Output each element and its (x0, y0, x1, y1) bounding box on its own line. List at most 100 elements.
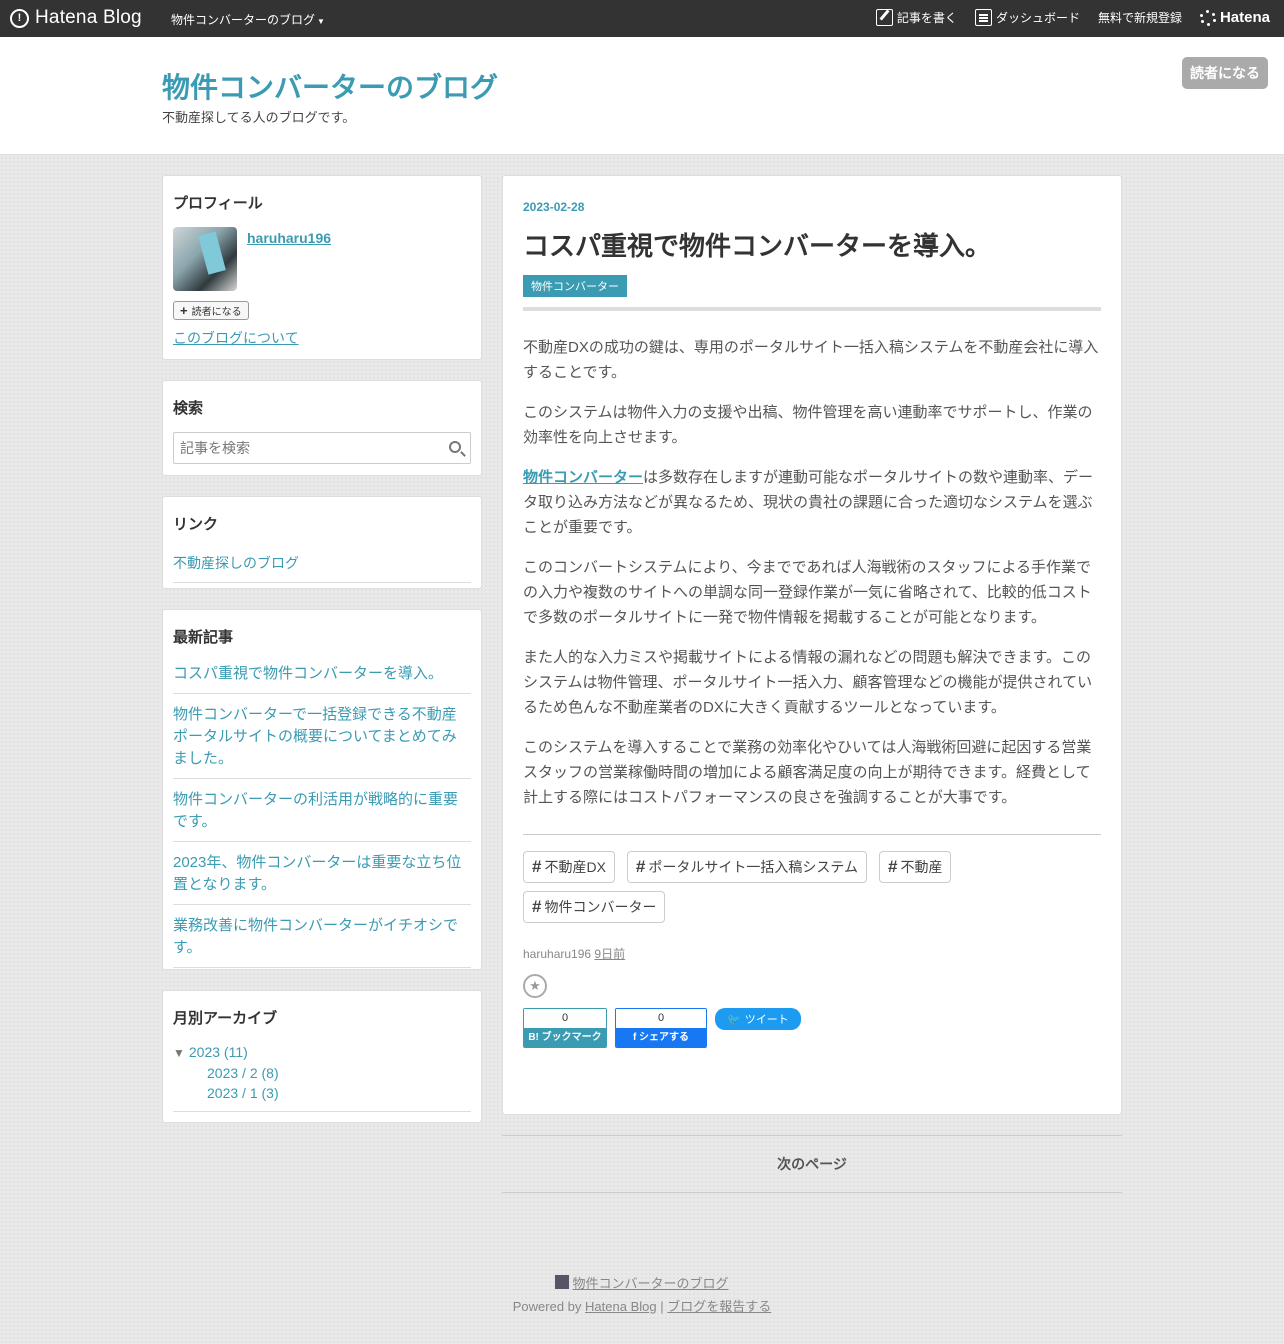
recent-posts-module: 最新記事 コスパ重視で物件コンバーターを導入。 物件コンバーターで一括登録できる… (162, 609, 482, 970)
caret-down-icon: ▼ (317, 17, 325, 26)
footer-separator: | (660, 1299, 664, 1314)
avatar[interactable] (173, 227, 237, 291)
hatena-label: Hatena (1219, 9, 1270, 26)
tag-item[interactable]: # 不動産DX (523, 851, 615, 883)
tag-list: # 不動産DX # ポータルサイト一括入稿システム # 不動産 # 物件コンバーター (523, 851, 1101, 923)
keyword-link[interactable]: 物件コンバーター (523, 469, 643, 486)
article-body: 不動産DXの成功の鍵は、専用のポータルサイト一括入稿システムを不動産会社に導入す… (523, 335, 1101, 810)
about-blog-link[interactable]: このブログについて (173, 328, 471, 348)
search-input[interactable] (174, 433, 470, 463)
category-label[interactable]: 物件コンバーター (523, 275, 627, 297)
tweet-label: ツイート (744, 1014, 789, 1026)
hatena-menu[interactable]: Hatena (1199, 9, 1270, 26)
tag-label: ポータルサイト一括入稿システム (648, 859, 858, 875)
triangle-down-icon: ▼ (173, 1046, 185, 1060)
tag-item[interactable]: # 物件コンバーター (523, 891, 666, 923)
recent-post-item[interactable]: 物件コンバーターの利活用が戦略的に重要です。 (173, 787, 471, 842)
bookmark-count: 0 (524, 1009, 606, 1028)
footer-blog-link[interactable]: 物件コンバーターのブログ (572, 1276, 728, 1291)
share-count: 0 (616, 1009, 706, 1028)
search-box (173, 432, 471, 464)
recent-post-item[interactable]: 2023年、物件コンバーターは重要な立ち位置となります。 (173, 850, 471, 905)
tag-item[interactable]: # 不動産 (878, 851, 952, 883)
article-paragraph: 物件コンバーターは多数存在しますが連動可能なポータルサイトの数や連動率、データ取… (523, 465, 1101, 540)
dashboard-icon (974, 9, 992, 26)
blog-header: 物件コンバーターのブログ 不動産探してる人のブログです。 読者になる (0, 37, 1284, 155)
blog-menu-label: 物件コンバーターのブログ (171, 13, 316, 27)
article-paragraph: このシステムは物件入力の支援や出稿、物件管理を高い連動率でサポートし、作業の効率… (523, 404, 1093, 446)
add-star-icon[interactable]: ★ (523, 974, 547, 998)
recent-posts-list: コスパ重視で物件コンバーターを導入。 物件コンバーターで一括登録できる不動産ポー… (173, 661, 471, 968)
hatena-blog-logo-text: Hatena Blog (35, 7, 142, 28)
blog-menu-dropdown[interactable]: 物件コンバーターのブログ ▼ (171, 11, 325, 28)
author-line: haruharu196 9日前 (523, 945, 1101, 962)
pen-icon (875, 9, 893, 26)
article: 2023-02-28 コスパ重視で物件コンバーターを導入。 物件コンバーター 不… (502, 175, 1122, 1115)
profile-subscribe-label: 読者になる (191, 307, 242, 318)
footer: 物件コンバーターのブログ Powered by Hatena Blog | ブロ… (0, 1273, 1284, 1315)
article-paragraph: このコンバートシステムにより、今までであれば人海戦術のスタッフによる手作業での入… (523, 559, 1092, 626)
hatena-dots-icon (1199, 9, 1216, 26)
plus-icon: + (180, 302, 188, 318)
footer-blog-line: 物件コンバーターのブログ (0, 1273, 1284, 1292)
article-title[interactable]: コスパ重視で物件コンバーターを導入。 (523, 226, 1101, 263)
global-header-right: 記事を書く ダッシュボード 無料で新規登録 Hatena (875, 9, 1270, 26)
blog-description: 不動産探してる人のブログです。 (162, 110, 356, 125)
tag-label: 不動産 (900, 859, 943, 875)
register-link[interactable]: 無料で新規登録 (1098, 9, 1182, 26)
profile-row: haruharu196 (173, 227, 471, 291)
hash-icon: # (532, 857, 542, 876)
next-page-link[interactable]: 次のページ (502, 1135, 1122, 1193)
hash-icon: # (887, 857, 898, 876)
tag-label: 物件コンバーター (544, 899, 657, 915)
link-item[interactable]: 不動産探しのブログ (173, 548, 471, 583)
profile-module: プロフィール haruharu196 + 読者になる このブログについて (162, 175, 482, 360)
recent-post-item[interactable]: 物件コンバーターで一括登録できる不動産ポータルサイトの概要についてまとめてみまし… (173, 702, 471, 779)
global-header: ! Hatena Blog 物件コンバーターのブログ ▼ 記事を書く ダッシュボー… (0, 0, 1284, 37)
hatena-bookmark-button[interactable]: 0 B! ブックマーク (523, 1008, 607, 1048)
links-heading: リンク (173, 516, 219, 533)
hatena-blog-logo-icon: ! (10, 8, 29, 28)
profile-name-link[interactable]: haruharu196 (247, 230, 331, 291)
share-buttons: 0 B! ブックマーク 0 f シェアする 🐦 ツイート (523, 1008, 1101, 1048)
subscribe-button[interactable]: 読者になる (1182, 57, 1268, 89)
tag-label: 不動産DX (544, 859, 606, 875)
hatena-blog-logo[interactable]: ! Hatena Blog (10, 7, 142, 29)
archive-module: 月別アーカイブ ▼ 2023 (11) 2023 / 2 (8) 2023 / 1… (162, 990, 482, 1123)
article-paragraph: 不動産DXの成功の鍵は、専用のポータルサイト一括入稿システムを不動産会社に導入す… (523, 339, 1099, 381)
report-blog-link[interactable]: ブログを報告する (667, 1299, 771, 1314)
article-date[interactable]: 2023-02-28 (523, 200, 584, 214)
hash-icon: # (532, 897, 542, 916)
search-heading: 検索 (173, 400, 204, 417)
hash-icon: # (635, 857, 646, 876)
links-module: リンク 不動産探しのブログ (162, 496, 482, 589)
tag-item[interactable]: # ポータルサイト一括入稿システム (626, 851, 867, 883)
bookmark-label: B! ブックマーク (524, 1028, 606, 1047)
profile-heading: プロフィール (173, 195, 263, 212)
twitter-bird-icon: 🐦 (727, 1013, 741, 1026)
tweet-button[interactable]: 🐦 ツイート (715, 1008, 801, 1030)
powered-by-label: Powered by (512, 1299, 582, 1314)
write-article-label: 記事を書く (896, 11, 957, 25)
archive-month-link[interactable]: 2023 / 2 (8) (207, 1063, 471, 1083)
facebook-share-button[interactable]: 0 f シェアする (615, 1008, 707, 1048)
links-list: 不動産探しのブログ (173, 548, 471, 583)
hatena-blog-link[interactable]: Hatena Blog (585, 1299, 657, 1314)
write-article-link[interactable]: 記事を書く (875, 9, 957, 26)
recent-post-item[interactable]: コスパ重視で物件コンバーターを導入。 (173, 661, 471, 694)
search-icon[interactable] (449, 441, 461, 453)
author-name[interactable]: haruharu196 (523, 947, 591, 961)
dashboard-link[interactable]: ダッシュボード (974, 9, 1080, 26)
article-paragraph: このシステムを導入することで業務の効率化やひいては人海戦術回避に起因する営業スタ… (523, 739, 1092, 806)
archive-month-link[interactable]: 2023 / 1 (3) (207, 1083, 471, 1103)
recent-post-item[interactable]: 業務改善に物件コンバーターがイチオシです。 (173, 913, 471, 968)
search-module: 検索 (162, 380, 482, 476)
footer-powered-line: Powered by Hatena Blog | ブログを報告する (0, 1296, 1284, 1315)
archive-year-link[interactable]: 2023 (11) (189, 1044, 248, 1060)
blog-title[interactable]: 物件コンバーターのブログ (162, 66, 498, 106)
post-age-link[interactable]: 9日前 (594, 947, 625, 961)
archive-list: ▼ 2023 (11) 2023 / 2 (8) 2023 / 1 (3) (173, 1042, 471, 1112)
profile-subscribe-button[interactable]: + 読者になる (173, 301, 249, 320)
archive-year-row[interactable]: ▼ 2023 (11) (173, 1042, 471, 1063)
archive-heading: 月別アーカイブ (173, 1010, 278, 1027)
